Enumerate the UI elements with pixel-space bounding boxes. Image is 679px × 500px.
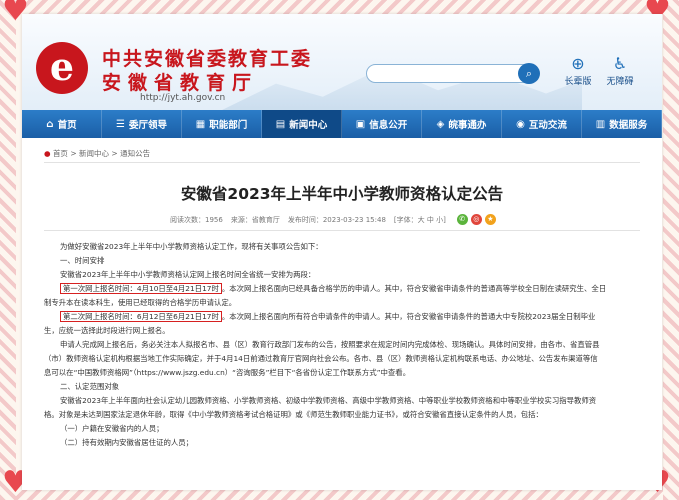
nav-item-news[interactable]: ▤ 新闻中心	[262, 110, 342, 138]
breadcrumb-notice[interactable]: 通知公告	[120, 149, 150, 158]
article-title: 安徽省2023年上半年中小学教师资格认定公告	[180, 185, 504, 203]
nav-label: 新闻中心	[289, 120, 328, 131]
article-body: 为做好安徽省2023年上半年中小学教师资格认定工作，现将有关事项公告如下： 一、…	[44, 240, 640, 450]
wechat-share-icon[interactable]: ✆	[456, 214, 468, 225]
nav-item-leaders[interactable]: ☰ 委厅领导	[102, 110, 182, 138]
nav-label: 数据服务	[609, 120, 648, 131]
highlight-first-period: 第一次网上报名时间：4月10日至4月21日17时	[60, 283, 222, 294]
users-icon: ☰	[116, 118, 125, 130]
home-icon: ⌂	[46, 118, 54, 130]
view-count: 阅读次数：1956	[170, 215, 223, 224]
paragraph: 格。对象是未达到国家法定退休年龄，取得《中小学教师资格考试合格证明》或《师范生教…	[44, 410, 543, 419]
elder-mode-label: 长辈版	[564, 77, 592, 87]
nav-item-disclosure[interactable]: ▣ 信息公开	[342, 110, 422, 138]
elder-icon: ⊕	[571, 54, 585, 73]
nav-item-interaction[interactable]: ◉ 互动交流	[502, 110, 582, 138]
font-size-control[interactable]: [字体：大 中 小]	[394, 215, 446, 225]
nav-item-departments[interactable]: ▦ 职能部门	[182, 110, 262, 138]
main-nav: ⌂ 首页 ☰ 委厅领导 ▦ 职能部门 ▤ 新闻中心 ▣ 信息公开 ◈ 皖事通办 ◉ 互动交流 …	[22, 110, 662, 138]
search-button[interactable]: ⌕	[518, 63, 540, 84]
paragraph: （市）教师资格认定机构根据当地工作实际确定，并于4月14日前通过教育厅官网向社会…	[44, 354, 598, 363]
article-meta: 阅读次数：1956 来源：省教育厅 发布时间：2023-03-23 15:48 …	[170, 214, 496, 225]
news-icon: ▤	[275, 118, 286, 130]
favorite-icon[interactable]: ★	[484, 214, 496, 225]
nav-label: 信息公开	[369, 120, 408, 131]
site-url: http://jyt.ah.gov.cn	[140, 93, 226, 103]
site-header: e 中共安徽省委教育工委 安徽省教育厅 http://jyt.ah.gov.cn…	[22, 14, 662, 110]
nav-item-data[interactable]: ▥ 数据服务	[582, 110, 662, 138]
accessibility-icon: ♿	[612, 54, 628, 73]
nav-label: 职能部门	[209, 120, 248, 131]
paragraph: 为做好安徽省2023年上半年中小学教师资格认定工作，现将有关事项公告如下：	[60, 242, 323, 251]
breadcrumb-news[interactable]: 新闻中心	[79, 149, 109, 158]
paragraph-text: 。本次网上报名面向所有符合申请条件的申请人。其中，符合安徽省申请条件的普通大中专…	[221, 312, 596, 321]
weibo-share-icon[interactable]: ◎	[470, 214, 482, 225]
section-heading: 一、时间安排	[60, 256, 105, 265]
breadcrumb-home[interactable]: 首页	[53, 149, 68, 158]
paragraph: 安徽省2023年上半年面向社会认定幼儿园教师资格、小学教师资格、初级中学教师资格…	[60, 396, 597, 405]
decorative-border-left	[0, 0, 16, 500]
nav-item-service[interactable]: ◈ 皖事通办	[422, 110, 502, 138]
paragraph: 申请人完成网上报名后，务必关注本人拟报名市、县（区）教育行政部门发布的公告，按照…	[60, 340, 600, 349]
section-heading: 二、认定范围对象	[60, 382, 120, 391]
paragraph: 安徽省2023年上半年中小学教师资格认定网上报名时间全省统一安排为两段：	[60, 270, 316, 279]
paragraph: 息可以在“中国教师资格网”（https://www.jszg.edu.cn）“咨…	[44, 368, 411, 377]
list-item: （一）户籍在安徽省内的人员；	[60, 424, 164, 433]
paragraph: 生，应统一选择此时段进行网上报名。	[44, 326, 170, 335]
publish-time: 发布时间：2023-03-23 15:48	[287, 215, 386, 224]
paragraph-text: 。本次网上报名面向已经具备合格学历的申请人。其中，符合安徽省申请条件的普通高等学…	[221, 284, 607, 293]
accessibility-button[interactable]: ♿ 无障碍	[600, 54, 640, 87]
breadcrumb-separator: >	[70, 149, 77, 158]
article-content: ● 首页 > 新闻中心 > 通知公告 安徽省2023年上半年中小学教师资格认定公…	[22, 138, 662, 490]
chat-icon: ◉	[516, 118, 525, 130]
site-title-line1: 中共安徽省委教育工委	[102, 48, 313, 70]
nav-label: 皖事通办	[448, 120, 487, 131]
list-item: （二）持有效期内安徽省居住证的人员；	[60, 438, 194, 447]
nav-label: 首页	[57, 120, 77, 131]
location-icon: ●	[44, 149, 51, 158]
paragraph: 第二次网上报名时间：6月12日至6月21日17时 。本次网上报名面向所有符合申请条…	[44, 310, 640, 324]
article-source: 来源：省教育厅	[230, 215, 280, 224]
site-title-line2: 安徽省教育厅	[102, 72, 259, 94]
site-logo[interactable]: e	[36, 42, 88, 94]
nav-label: 互动交流	[528, 120, 567, 131]
paragraph: 第一次网上报名时间：4月10日至4月21日17时 。本次网上报名面向已经具备合格学…	[44, 282, 640, 296]
service-icon: ◈	[436, 118, 445, 130]
highlight-second-period: 第二次网上报名时间：6月12日至6月21日17时	[60, 311, 222, 322]
data-icon: ▥	[595, 118, 606, 130]
doc-icon: ▣	[355, 118, 366, 130]
breadcrumb: ● 首页 > 新闻中心 > 通知公告	[44, 148, 150, 159]
nav-label: 委厅领导	[128, 120, 167, 131]
paragraph: 制专升本在读本科生，使用已经取得的合格学历申请认定。	[44, 298, 237, 307]
decorative-border-right	[663, 0, 679, 500]
breadcrumb-separator: >	[111, 149, 118, 158]
browser-frame: e 中共安徽省委教育工委 安徽省教育厅 http://jyt.ah.gov.cn…	[22, 14, 662, 490]
org-icon: ▦	[195, 118, 206, 130]
divider	[44, 162, 640, 163]
accessibility-label: 无障碍	[606, 77, 634, 87]
search-icon: ⌕	[525, 67, 533, 80]
elder-mode-button[interactable]: ⊕ 长辈版	[558, 54, 598, 87]
divider	[44, 230, 640, 231]
search-input[interactable]	[366, 64, 534, 83]
nav-item-home[interactable]: ⌂ 首页	[22, 110, 102, 138]
